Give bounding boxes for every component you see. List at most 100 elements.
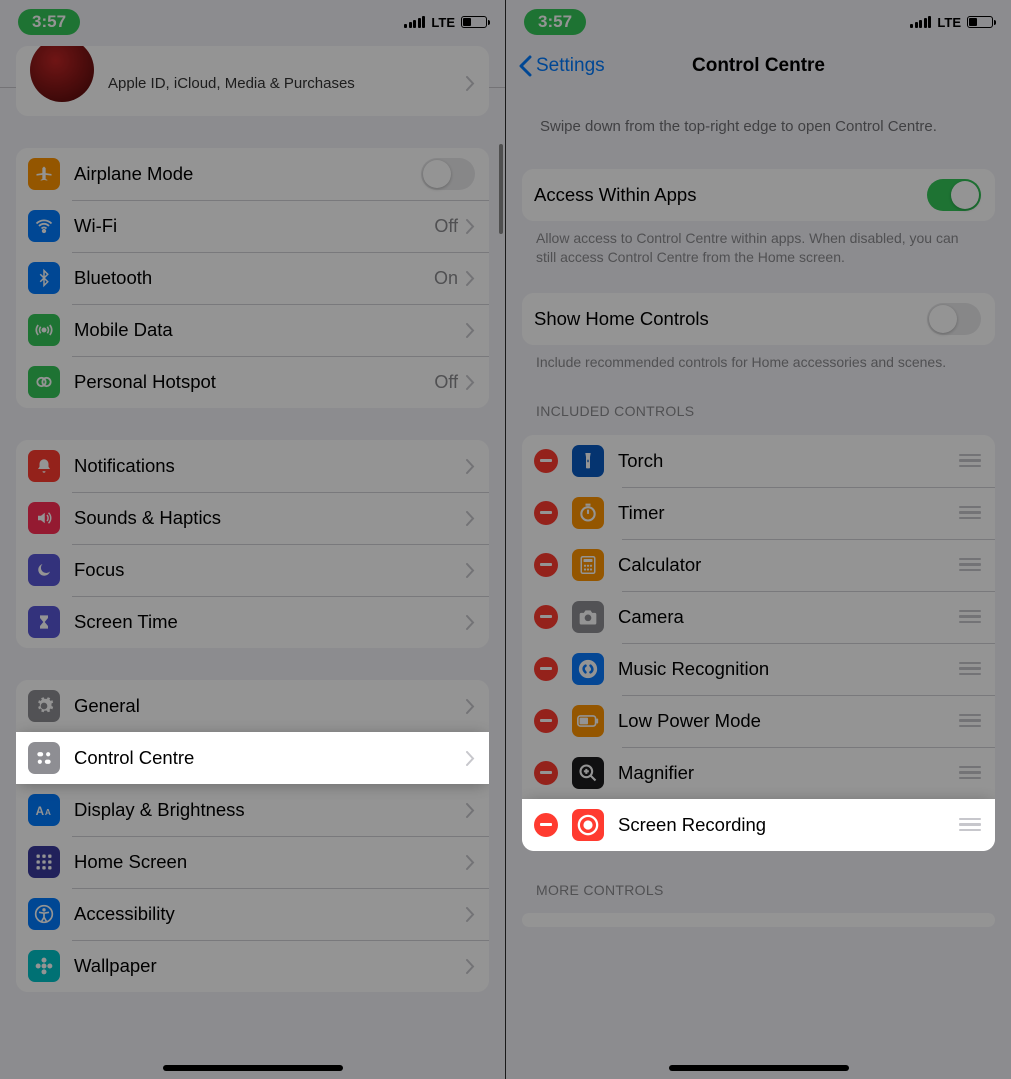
screen-recording-row[interactable]: Screen Recording [522,799,995,851]
connectivity-group: Airplane Mode Wi-FiOffBluetoothOnMobile D… [16,148,489,408]
control-centre-scroll[interactable]: Swipe down from the top-right edge to op… [506,88,1011,1079]
reorder-handle[interactable] [959,506,981,520]
chevron-right-icon [466,803,475,818]
wi-fi-row[interactable]: Wi-FiOff [16,200,489,252]
remove-timer-button[interactable] [534,501,558,525]
remove-low-power-mode-button[interactable] [534,709,558,733]
reorder-handle[interactable] [959,610,981,624]
sounds-haptics-row[interactable]: Sounds & Haptics [16,492,489,544]
notifications-group: Notifications Sounds & HapticsFocus Screen… [16,440,489,648]
chevron-right-icon [466,907,475,922]
chevron-right-icon [466,459,475,474]
status-bar: 3:57 LTE [0,0,505,44]
chevron-right-icon [466,323,475,338]
scrollbar-thumb[interactable] [499,144,503,234]
timer-row[interactable]: Timer [522,487,995,539]
row-label: General [74,695,466,717]
general-row[interactable]: General [16,680,489,732]
wallpaper-row[interactable]: Wallpaper [16,940,489,992]
screen-recording-highlight: Screen Recording [522,799,995,851]
profile-group[interactable]: Apple ID, iCloud, Media & Purchases [16,46,489,116]
home-switch[interactable] [927,303,981,335]
more-header: More Controls [522,851,995,900]
accessibility-icon [28,898,60,930]
included-controls-list: TorchTimer Calculator Camera Music Recognit… [522,435,995,851]
timer-icon [572,497,604,529]
camera-row[interactable]: Camera [522,591,995,643]
magnifier-icon [572,757,604,789]
network-label: LTE [937,15,961,30]
home-controls-group: Show Home Controls [522,293,995,345]
controls-icon [28,742,60,774]
torch-icon [572,445,604,477]
torch-row[interactable]: Torch [522,435,995,487]
settings-panel: 3:57 LTE Settings Apple ID, iCloud, Medi… [0,0,505,1079]
text-size-icon: AA [28,794,60,826]
profile-subtitle: Apple ID, iCloud, Media & Purchases [108,75,355,92]
row-label: Calculator [618,554,959,576]
reorder-handle[interactable] [959,766,981,780]
music-recognition-row[interactable]: Music Recognition [522,643,995,695]
reorder-handle[interactable] [959,818,981,832]
control-centre-row[interactable]: Control Centre [16,732,489,784]
back-button[interactable]: Settings [518,55,605,77]
intro-text: Swipe down from the top-right edge to op… [522,88,995,155]
row-label: Music Recognition [618,658,959,680]
control-centre-panel: 3:57 LTE Settings Control Centre Swipe d… [506,0,1011,1079]
status-time-pill[interactable]: 3:57 [524,9,586,35]
remove-camera-button[interactable] [534,605,558,629]
moon-icon [28,554,60,586]
reorder-handle[interactable] [959,714,981,728]
row-label: Screen Time [74,611,466,633]
row-value: Off [434,216,458,237]
airplane-mode-row[interactable]: Airplane Mode [16,148,489,200]
remove-music-recognition-button[interactable] [534,657,558,681]
access-footer: Allow access to Control Centre within ap… [522,221,995,267]
low-power-mode-row[interactable]: Low Power Mode [522,695,995,747]
chevron-right-icon [466,219,475,234]
row-label: Bluetooth [74,267,434,289]
access-switch[interactable] [927,179,981,211]
general-group: General Control CentreAADisplay & Brightn… [16,680,489,992]
display-brightness-row[interactable]: AADisplay & Brightness [16,784,489,836]
status-bar: 3:57 LTE [506,0,1011,44]
reorder-handle[interactable] [959,662,981,676]
hourglass-icon [28,606,60,638]
calculator-row[interactable]: Calculator [522,539,995,591]
chevron-right-icon [466,855,475,870]
airplane-mode-switch[interactable] [421,158,475,190]
chevron-right-icon [466,959,475,974]
magnifier-row[interactable]: Magnifier [522,747,995,799]
row-label: Wallpaper [74,955,466,977]
mobile-data-row[interactable]: Mobile Data [16,304,489,356]
personal-hotspot-row[interactable]: Personal HotspotOff [16,356,489,408]
settings-scroll[interactable]: Apple ID, iCloud, Media & Purchases Airp… [0,44,505,1079]
chevron-right-icon [466,751,475,766]
bluetooth-icon [28,262,60,294]
antenna-icon [28,314,60,346]
reorder-handle[interactable] [959,558,981,572]
row-label: Access Within Apps [534,184,927,206]
accessibility-row[interactable]: Accessibility [16,888,489,940]
cellular-signal-icon [910,16,931,28]
notifications-row[interactable]: Notifications [16,440,489,492]
remove-screen-recording-button[interactable] [534,813,558,837]
screen-time-row[interactable]: Screen Time [16,596,489,648]
remove-magnifier-button[interactable] [534,761,558,785]
wifi-icon [28,210,60,242]
bluetooth-row[interactable]: BluetoothOn [16,252,489,304]
home-screen-row[interactable]: Home Screen [16,836,489,888]
focus-row[interactable]: Focus [16,544,489,596]
home-indicator[interactable] [669,1065,849,1071]
row-label: Notifications [74,455,466,477]
reorder-handle[interactable] [959,454,981,468]
row-label: Airplane Mode [74,163,421,185]
show-home-controls-row[interactable]: Show Home Controls [522,293,995,345]
access-within-apps-row[interactable]: Access Within Apps [522,169,995,221]
home-footer: Include recommended controls for Home ac… [522,345,995,372]
home-indicator[interactable] [163,1065,343,1071]
remove-torch-button[interactable] [534,449,558,473]
status-time-pill[interactable]: 3:57 [18,9,80,35]
avatar [30,46,94,102]
remove-calculator-button[interactable] [534,553,558,577]
